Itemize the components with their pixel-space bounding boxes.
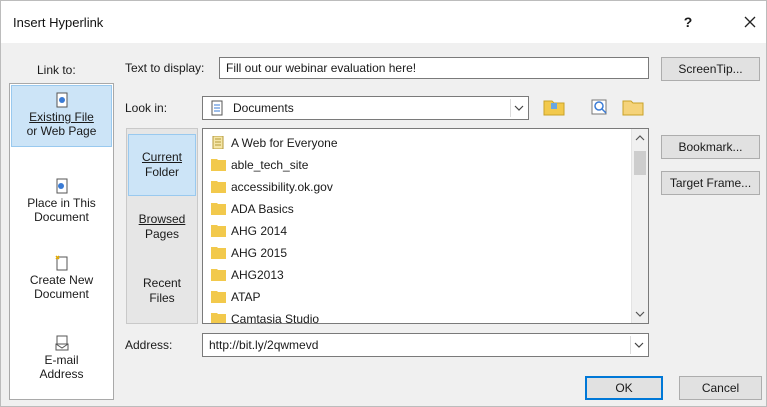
documents-icon — [211, 100, 223, 116]
look-in-value: Documents — [233, 101, 294, 115]
scrollbar-thumb[interactable] — [634, 151, 646, 175]
help-button[interactable]: ? — [676, 11, 700, 33]
place-label: Current — [141, 150, 182, 164]
file-name: A Web for Everyone — [231, 136, 338, 150]
place-browsed-pages[interactable]: Browsed Pages — [127, 212, 197, 242]
link-to-panel: Existing File or Web Page Place in This … — [9, 83, 114, 400]
places-bar: Current Folder Browsed Pages Recent File… — [126, 128, 198, 324]
list-item[interactable]: Camtasia Studio — [209, 308, 320, 324]
place-label: Files — [149, 291, 175, 305]
folder-icon — [211, 159, 226, 171]
link-to-item-label: Place in This — [27, 196, 96, 210]
address-dropdown[interactable] — [630, 336, 646, 354]
link-to-existing-file[interactable]: Existing File or Web Page — [11, 85, 112, 147]
place-label: Recent — [142, 276, 182, 290]
look-in-dropdown[interactable] — [510, 99, 526, 117]
file-name: AHG 2014 — [231, 224, 288, 238]
browse-web-button[interactable] — [542, 96, 566, 118]
browse-file-icon — [591, 99, 607, 115]
place-in-document-icon — [56, 178, 67, 194]
folder-icon — [622, 100, 644, 116]
close-button[interactable] — [737, 9, 763, 35]
folder-icon — [211, 203, 226, 215]
link-to-place-in-document[interactable]: Place in This Document — [11, 172, 112, 234]
list-item[interactable]: able_tech_site — [209, 154, 308, 176]
folder-icon — [211, 269, 226, 281]
place-label: Folder — [144, 165, 179, 179]
chevron-down-icon[interactable] — [635, 310, 645, 318]
folder-icon — [211, 291, 226, 303]
text-to-display-label: Text to display: — [125, 61, 205, 75]
list-item[interactable]: ADA Basics — [209, 198, 294, 220]
email-icon — [55, 335, 68, 351]
look-in-label: Look in: — [125, 101, 168, 115]
file-list: A Web for Everyone able_tech_site access… — [202, 128, 649, 324]
insert-hyperlink-dialog: Insert Hyperlink ? Link to: Existing Fil… — [0, 0, 767, 407]
link-to-item-label: Document — [34, 210, 89, 224]
list-item[interactable]: ATAP — [209, 286, 261, 308]
file-list-scrollbar[interactable] — [631, 129, 648, 323]
existing-file-icon — [56, 92, 67, 108]
browse-web-icon — [543, 100, 565, 116]
file-name: ATAP — [231, 290, 261, 304]
list-item[interactable]: AHG2013 — [209, 264, 284, 286]
address-combo[interactable]: http://bit.ly/2qwmevd — [202, 333, 649, 357]
target-frame-button[interactable]: Target Frame... — [661, 171, 760, 195]
address-label: Address: — [125, 338, 173, 352]
link-to-item-label: E-mail — [44, 353, 79, 367]
cancel-button[interactable]: Cancel — [679, 376, 762, 400]
ok-button[interactable]: OK — [585, 376, 663, 400]
link-to-create-new-document[interactable]: Create New Document — [11, 249, 112, 311]
place-label: Browsed — [138, 212, 186, 226]
file-name: AHG2013 — [231, 268, 284, 282]
place-current-folder[interactable]: Current Folder — [128, 134, 196, 196]
text-to-display-input[interactable]: Fill out our webinar evaluation here! — [219, 57, 649, 79]
list-item[interactable]: AHG 2014 — [209, 220, 287, 242]
file-name: AHG 2015 — [231, 246, 288, 260]
screentip-button[interactable]: ScreenTip... — [661, 57, 760, 81]
folder-icon — [211, 225, 226, 237]
list-item[interactable]: accessibility.ok.gov — [209, 176, 333, 198]
list-item[interactable]: AHG 2015 — [209, 242, 287, 264]
link-to-label: Link to: — [37, 63, 76, 77]
place-label: Pages — [144, 227, 180, 241]
folder-icon — [211, 247, 226, 259]
link-to-item-label: Existing File — [29, 110, 94, 124]
address-input[interactable]: http://bit.ly/2qwmevd — [209, 338, 318, 352]
chevron-up-icon[interactable] — [635, 134, 645, 142]
link-to-item-label: Document — [34, 287, 89, 301]
file-name: Camtasia Studio — [231, 312, 320, 324]
chevron-down-icon — [514, 105, 524, 111]
document-icon — [212, 136, 224, 149]
link-to-item-label: Address — [39, 367, 84, 381]
link-to-item-label: Create New — [29, 273, 94, 287]
dialog-title: Insert Hyperlink — [13, 15, 104, 30]
close-icon — [744, 16, 756, 28]
browse-file-button[interactable] — [589, 96, 613, 118]
recent-folder-button[interactable] — [621, 96, 645, 118]
new-document-icon — [54, 255, 67, 271]
folder-icon — [211, 313, 226, 323]
look-in-select[interactable]: Documents — [202, 96, 529, 120]
folder-icon — [211, 181, 226, 193]
bookmark-button[interactable]: Bookmark... — [661, 135, 760, 159]
file-name: accessibility.ok.gov — [231, 180, 333, 194]
place-recent-files[interactable]: Recent Files — [127, 276, 197, 306]
chevron-down-icon — [634, 342, 644, 348]
file-name: ADA Basics — [231, 202, 294, 216]
link-to-item-label: or Web Page — [26, 124, 97, 138]
file-name: able_tech_site — [231, 158, 309, 172]
list-item[interactable]: A Web for Everyone — [209, 132, 338, 154]
title-bar: Insert Hyperlink ? — [1, 1, 766, 43]
link-to-email-address[interactable]: E-mail Address — [11, 329, 112, 391]
